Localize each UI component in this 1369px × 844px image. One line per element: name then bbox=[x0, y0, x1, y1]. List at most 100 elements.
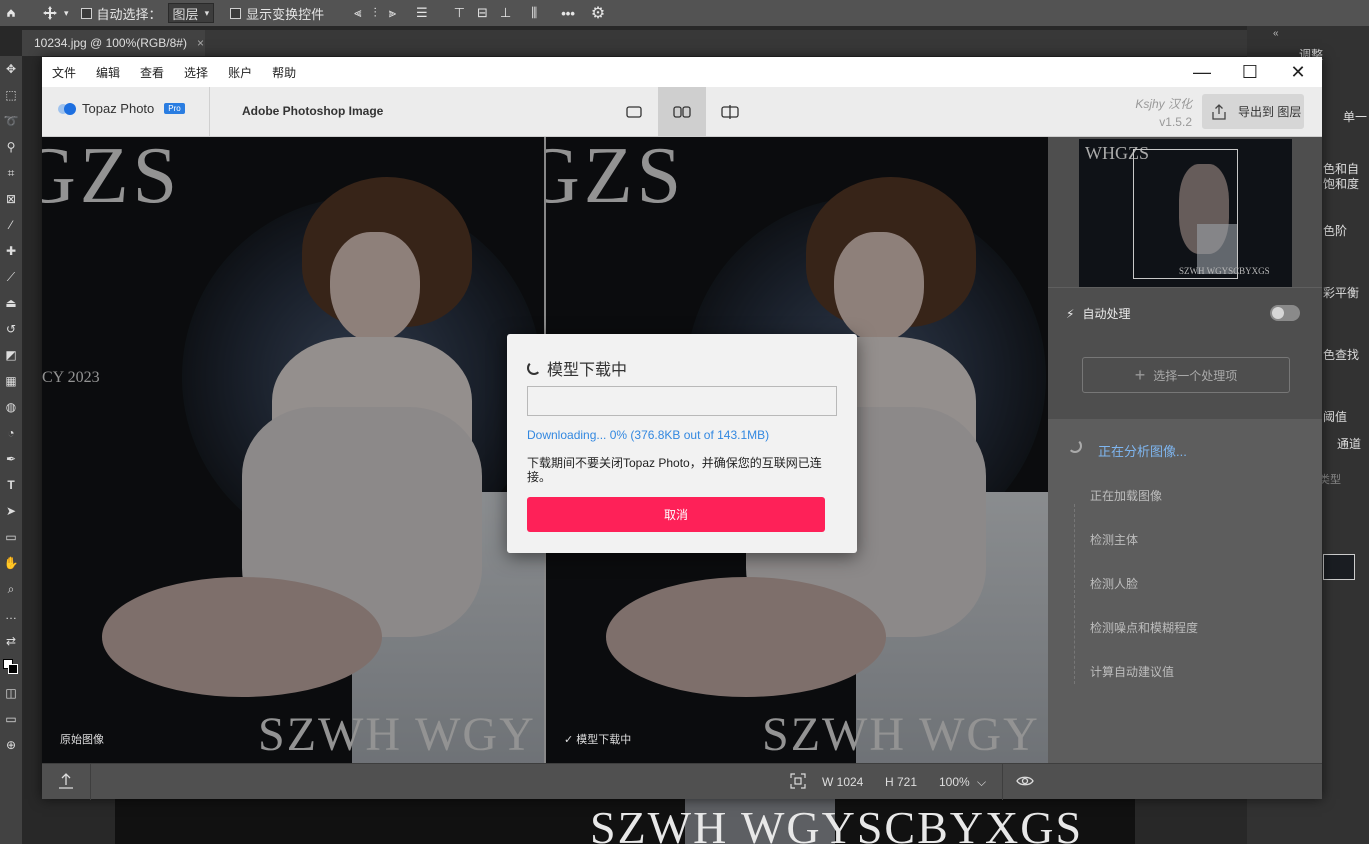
image-width: W 1024 bbox=[822, 775, 864, 789]
swap-colors-icon[interactable]: ⇄ bbox=[0, 628, 22, 654]
single-view-button[interactable] bbox=[610, 87, 658, 137]
more-tools-icon[interactable]: … bbox=[0, 602, 22, 628]
align-top-icon[interactable]: ⊤ bbox=[454, 5, 465, 21]
analysis-step: 检测主体 bbox=[1090, 533, 1139, 547]
menu-view[interactable]: 查看 bbox=[130, 64, 174, 81]
adjust-item-2[interactable]: 饱和度 bbox=[1323, 175, 1359, 192]
topaz-footer: W 1024 H 721 100% ⌵ bbox=[42, 763, 1322, 800]
pro-badge: Pro bbox=[164, 103, 185, 114]
more-options-button[interactable]: ••• bbox=[555, 0, 581, 26]
export-button[interactable]: 导出到 图层 bbox=[1202, 94, 1304, 129]
channels-tab[interactable]: 通道 bbox=[1337, 435, 1361, 452]
home-icon[interactable] bbox=[0, 0, 22, 26]
shape-tool-icon[interactable]: ▭ bbox=[0, 524, 22, 550]
footer-divider-right bbox=[1002, 764, 1003, 800]
collapse-panels-icon[interactable]: « bbox=[1273, 28, 1279, 39]
distribute-vertical-icon[interactable]: ⫼ bbox=[531, 5, 537, 21]
layer-thumbnail[interactable] bbox=[1323, 554, 1355, 580]
minimize-button[interactable]: — bbox=[1178, 57, 1226, 87]
adjust-item-5[interactable]: 色查找 bbox=[1323, 346, 1359, 363]
single-view-icon bbox=[626, 106, 642, 118]
credit-block: Ksjhy 汉化 v1.5.2 bbox=[1112, 95, 1192, 131]
cancel-button[interactable]: 取消 bbox=[527, 497, 825, 532]
extras-icon[interactable]: ⊕ bbox=[0, 732, 22, 758]
show-transform-checkbox[interactable] bbox=[230, 7, 242, 19]
path-select-icon[interactable]: ➤ bbox=[0, 498, 22, 524]
hand-tool-icon[interactable]: ✋ bbox=[0, 550, 22, 576]
analysis-step: 正在加载图像 bbox=[1090, 489, 1163, 503]
navigator-viewport[interactable] bbox=[1133, 149, 1238, 279]
topaz-logo-text: Topaz Photo bbox=[82, 101, 155, 116]
auto-select-dropdown[interactable]: 图层 ▾ bbox=[167, 3, 215, 23]
zoom-value: 100% bbox=[939, 775, 970, 789]
align-bottom-icon[interactable]: ⊥ bbox=[500, 5, 511, 21]
auto-process-toggle[interactable] bbox=[1270, 305, 1300, 321]
split-view-button[interactable] bbox=[706, 87, 754, 137]
step-connector bbox=[1074, 504, 1075, 684]
header-divider bbox=[209, 87, 210, 137]
eraser-tool-icon[interactable]: ◩ bbox=[0, 342, 22, 368]
stamp-tool-icon[interactable]: ⏏ bbox=[0, 290, 22, 316]
navigator-thumbnail[interactable]: WHGZS SZWH WGYSCBYXGS bbox=[1079, 139, 1292, 287]
document-title: Adobe Photoshop Image bbox=[242, 104, 384, 118]
zoom-dropdown[interactable]: 100% ⌵ bbox=[939, 775, 986, 790]
image-height: H 721 bbox=[885, 775, 918, 789]
marquee-tool-icon[interactable]: ⬚ bbox=[0, 82, 22, 108]
type-filter-label: 类型 bbox=[1319, 474, 1341, 486]
analysis-section: 正在分析图像... 正在加载图像 检测主体 检测人脸 检测噪点和模糊程度 计算自… bbox=[1048, 419, 1322, 763]
credit-name: Ksjhy 汉化 bbox=[1135, 97, 1192, 111]
choose-process-button[interactable]: + 选择一个处理项 bbox=[1082, 357, 1290, 393]
frame-tool-icon[interactable]: ⊠ bbox=[0, 186, 22, 212]
maximize-button[interactable]: ☐ bbox=[1226, 57, 1274, 87]
single-tab[interactable]: 单一 bbox=[1343, 108, 1367, 125]
brush-tool-icon[interactable]: ⟋ bbox=[0, 264, 22, 290]
distribute-icon[interactable]: ☰ bbox=[416, 5, 428, 21]
topaz-side-panel: WHGZS SZWH WGYSCBYXGS ⚡ 自动处理 + 选择一个处理项 正… bbox=[1048, 137, 1322, 763]
align-middle-icon[interactable]: ⊟ bbox=[477, 5, 488, 21]
document-tab[interactable]: 10234.jpg @ 100%(RGB/8#) × bbox=[22, 30, 205, 56]
align-right-icon[interactable]: ⫸ bbox=[389, 5, 396, 21]
show-transform-label: 显示变换控件 bbox=[246, 6, 325, 22]
zoom-tool-icon[interactable]: ⌕ bbox=[0, 576, 22, 602]
menu-account[interactable]: 账户 bbox=[218, 64, 262, 81]
menu-edit[interactable]: 编辑 bbox=[86, 64, 130, 81]
move-tool-icon[interactable]: ✥ bbox=[0, 56, 22, 82]
crop-tool-icon[interactable]: ⌗ bbox=[0, 160, 22, 186]
blur-tool-icon[interactable]: ◍ bbox=[0, 394, 22, 420]
dodge-tool-icon[interactable]: ◔ bbox=[0, 420, 22, 446]
menu-help[interactable]: 帮助 bbox=[262, 64, 306, 81]
show-transform-toggle[interactable]: 显示变换控件 bbox=[224, 0, 330, 26]
original-image-pane[interactable]: GZS CY 2023 SZWH WGY 原始图像 bbox=[42, 137, 544, 763]
gradient-tool-icon[interactable]: ▦ bbox=[0, 368, 22, 394]
move-tool-icon[interactable]: ▾ bbox=[36, 0, 75, 26]
quick-select-tool-icon[interactable]: ⚲ bbox=[0, 134, 22, 160]
adjust-item-6[interactable]: 阈值 bbox=[1323, 408, 1347, 425]
split-view-icon bbox=[721, 105, 739, 119]
quick-mask-icon[interactable]: ◫ bbox=[0, 680, 22, 706]
gear-icon[interactable]: ⚙ bbox=[585, 0, 611, 26]
screen-mode-icon[interactable]: ▭ bbox=[0, 706, 22, 732]
align-center-icon[interactable]: ⫶ bbox=[373, 5, 376, 21]
adjust-item-3[interactable]: 色阶 bbox=[1323, 222, 1347, 239]
pen-tool-icon[interactable]: ✒ bbox=[0, 446, 22, 472]
healing-tool-icon[interactable]: ✚ bbox=[0, 238, 22, 264]
close-window-button[interactable]: ✕ bbox=[1274, 57, 1322, 87]
menu-file[interactable]: 文件 bbox=[42, 64, 86, 81]
fit-screen-icon[interactable] bbox=[790, 773, 806, 792]
auto-select-checkbox[interactable] bbox=[80, 7, 92, 19]
preview-eye-icon[interactable] bbox=[1016, 774, 1034, 791]
history-brush-icon[interactable]: ↺ bbox=[0, 316, 22, 342]
menu-select[interactable]: 选择 bbox=[174, 64, 218, 81]
align-left-icon[interactable]: ⫷ bbox=[354, 5, 361, 21]
topaz-logo-icon bbox=[58, 102, 76, 115]
eyedropper-tool-icon[interactable]: ⁄ bbox=[0, 212, 22, 238]
footer-divider bbox=[90, 764, 91, 800]
type-tool-icon[interactable]: T bbox=[0, 472, 22, 498]
adjust-item-4[interactable]: 彩平衡 bbox=[1323, 284, 1359, 301]
side-by-side-view-button[interactable] bbox=[658, 87, 706, 137]
color-swatches-icon[interactable] bbox=[0, 654, 22, 680]
auto-select-toggle[interactable]: 自动选择： bbox=[75, 0, 168, 26]
lasso-tool-icon[interactable]: ➰ bbox=[0, 108, 22, 134]
upload-icon[interactable] bbox=[58, 772, 74, 793]
close-tab-icon[interactable]: × bbox=[197, 36, 204, 50]
